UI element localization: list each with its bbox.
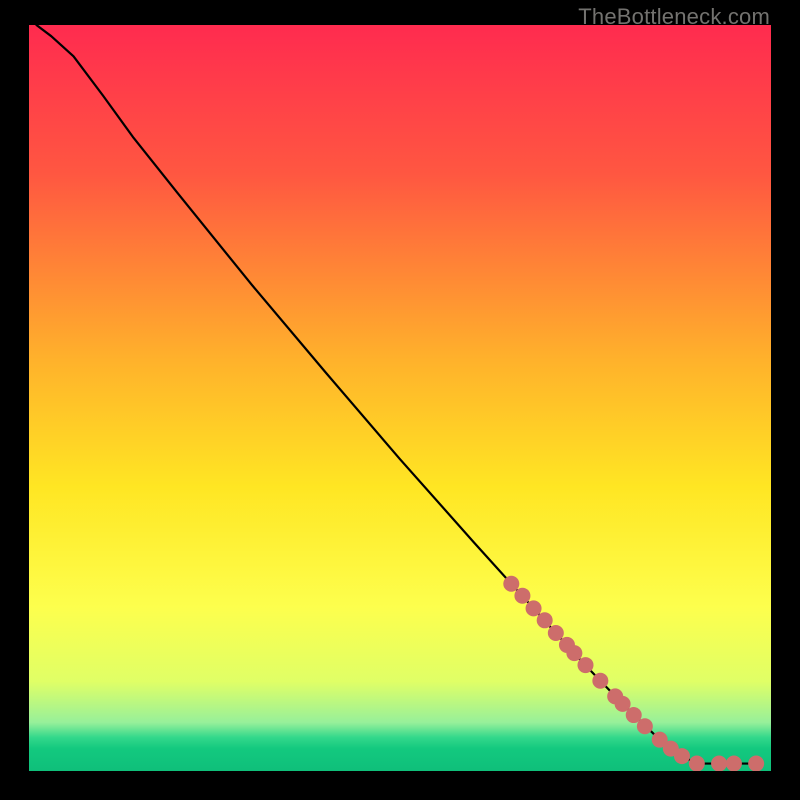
- data-marker: [526, 600, 542, 616]
- data-marker: [674, 748, 690, 764]
- data-marker: [726, 756, 742, 771]
- data-marker: [566, 645, 582, 661]
- data-marker: [537, 612, 553, 628]
- data-marker: [592, 673, 608, 689]
- data-marker: [514, 588, 530, 604]
- gradient-background: [29, 25, 771, 771]
- chart-stage: TheBottleneck.com: [0, 0, 800, 800]
- bottleneck-chart: [29, 25, 771, 771]
- data-marker: [689, 756, 705, 771]
- data-marker: [711, 756, 727, 771]
- data-marker: [548, 625, 564, 641]
- data-marker: [748, 756, 764, 771]
- data-marker: [503, 576, 519, 592]
- data-marker: [578, 657, 594, 673]
- data-marker: [637, 718, 653, 734]
